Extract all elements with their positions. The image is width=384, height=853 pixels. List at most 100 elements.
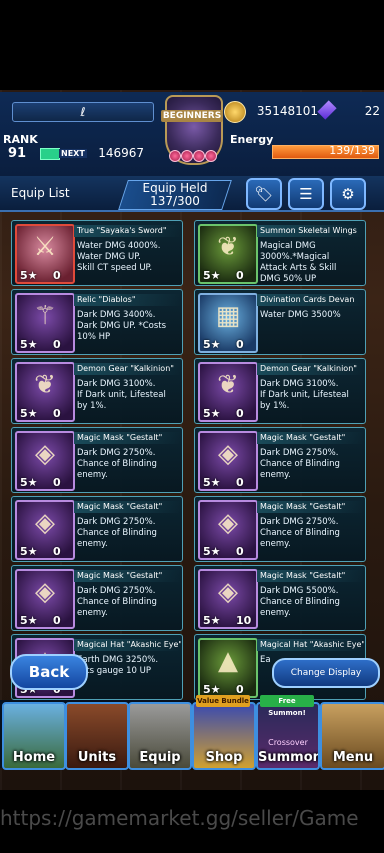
equip-description: Dark DMG 3400%. Dark DMG UP. *Costs 10% … — [77, 310, 167, 342]
equip-art: ❦ — [217, 232, 239, 262]
equip-art: ◈ — [35, 577, 55, 607]
equip-art: ▲ — [218, 646, 238, 676]
star-rating: 5★ — [203, 614, 221, 627]
nav-home-label: Home — [12, 750, 56, 765]
nav-menu[interactable]: Menu — [320, 702, 384, 770]
equip-art: ▦ — [215, 301, 241, 331]
equip-description: Dark DMG 2750%. Chance of Blinding enemy… — [260, 448, 340, 480]
limit-break-count: 0 — [53, 338, 61, 351]
equip-card[interactable]: ▦ 5★ 0 Divination Cards Devan Water DMG 3500… — [194, 289, 366, 355]
limit-break-count: 0 — [236, 476, 244, 489]
change-display-button[interactable]: Change Display — [272, 658, 380, 688]
equip-card[interactable]: ◈ 5★ 0 Magic Mask "Gestalt" Dark DMG 2750%. … — [11, 496, 183, 562]
tag-icon: 🏷 — [254, 185, 274, 203]
limit-break-count: 0 — [53, 407, 61, 420]
equip-art: ⚚ — [33, 301, 57, 331]
gem-icon — [205, 150, 217, 162]
limit-break-count: 0 — [236, 545, 244, 558]
equip-held-label: Equip Held — [142, 181, 208, 195]
mask-icon: ◈ 5★ 0 — [198, 431, 258, 491]
star-rating: 5★ — [20, 338, 38, 351]
equip-description: Dark DMG 2750%. Chance of Blinding enemy… — [77, 586, 157, 618]
equip-art: ❦ — [34, 370, 56, 400]
limit-break-count: 0 — [53, 476, 61, 489]
equip-card[interactable]: ◈ 5★ 10 Magic Mask "Gestalt" Dark DMG 5500%.… — [194, 565, 366, 631]
equip-description: Dark DMG 5500%. Chance of Blinding enemy… — [260, 586, 340, 618]
equip-name: Magic Mask "Gestalt" — [257, 501, 364, 513]
screen: ℓ BEGINNERS 35148101 22 RANK 91 NEXT 146… — [0, 0, 384, 853]
limit-break-count: 0 — [236, 338, 244, 351]
equip-name: Magic Mask "Gestalt" — [74, 570, 181, 582]
wings-icon: ❦ 5★ 0 — [198, 362, 258, 422]
nav-shop[interactable]: Shop — [192, 702, 256, 770]
equip-description: Dark DMG 2750%. Chance of Blinding enemy… — [77, 517, 157, 549]
sword-icon: ⚔ 5★ 0 — [15, 224, 75, 284]
equip-card[interactable]: ◈ 5★ 0 Magic Mask "Gestalt" Dark DMG 2750%. … — [194, 427, 366, 493]
star-rating: 5★ — [20, 614, 38, 627]
equip-description: Water DMG 4000%. Water DMG UP. Skill CT … — [77, 241, 161, 273]
nav-home[interactable]: Home — [2, 702, 66, 770]
value-bundle-badge: Value Bundle — [196, 695, 250, 707]
equip-name: Magical Hat "Akashic Eye" — [74, 639, 181, 651]
equip-name: Summon Skeletal Wings — [257, 225, 364, 237]
mask-icon: ◈ 5★ 0 — [15, 500, 75, 560]
equip-name: Relic "Diablos" — [74, 294, 181, 306]
equip-name: Magic Mask "Gestalt" — [74, 501, 181, 513]
equip-card[interactable]: ◈ 5★ 0 Magic Mask "Gestalt" Dark DMG 2750%. … — [11, 565, 183, 631]
xp-bar — [40, 148, 60, 160]
nav-summon-label: Summon — [258, 750, 320, 765]
free-summon-badge: Free Summon! — [260, 695, 314, 717]
equip-description: Dark DMG 2750%. Chance of Blinding enemy… — [260, 517, 340, 549]
crystal-amount: 22 — [364, 104, 380, 118]
limit-break-count: 0 — [53, 269, 61, 282]
equip-card[interactable]: ❦ 5★ 0 Demon Gear "Kalkinion" Dark DMG 3100%… — [194, 358, 366, 424]
rank-label: RANK — [3, 133, 38, 146]
equip-card[interactable]: ❦ 5★ 0 Summon Skeletal Wings Magical DMG 300… — [194, 220, 366, 286]
cards-icon: ▦ 5★ 0 — [198, 293, 258, 353]
equip-description: Earth DMG 3250%. Arts gauge 10 UP — [77, 655, 159, 676]
equip-art: ◈ — [35, 439, 55, 469]
limit-break-count: 0 — [236, 269, 244, 282]
wings-icon: ❦ 5★ 0 — [198, 224, 258, 284]
rank-value: 91 — [8, 146, 27, 161]
energy-label: Energy — [230, 133, 274, 146]
energy-value: 139/139 — [329, 144, 375, 157]
star-rating: 5★ — [20, 476, 38, 489]
gem-icon — [169, 150, 181, 162]
equip-art: ◈ — [218, 508, 238, 538]
mask-icon: ◈ 5★ 0 — [15, 431, 75, 491]
wings-icon: ❦ 5★ 0 — [15, 362, 75, 422]
limit-break-count: 0 — [53, 614, 61, 627]
tag-button[interactable]: 🏷 — [246, 178, 282, 210]
settings-button[interactable]: ⚙ — [330, 178, 366, 210]
equip-name: Magic Mask "Gestalt" — [74, 432, 181, 444]
equip-card[interactable]: ❦ 5★ 0 Demon Gear "Kalkinion" Dark DMG 3100%… — [11, 358, 183, 424]
hat-icon: ▲5★0 — [198, 638, 258, 698]
nav-units[interactable]: Units — [65, 702, 129, 770]
gold-coin-icon — [224, 101, 246, 123]
nav-equip[interactable]: Equip — [128, 702, 192, 770]
star-rating: 5★ — [20, 545, 38, 558]
equip-list-title: Equip List — [11, 186, 70, 200]
mask-icon: ◈ 5★ 10 — [198, 569, 258, 629]
back-button[interactable]: Back — [10, 654, 88, 690]
watermark-text: https://gamemarket.gg/seller/Game — [0, 806, 359, 830]
equip-card[interactable]: ◈ 5★ 0 Magic Mask "Gestalt" Dark DMG 2750%. … — [11, 427, 183, 493]
equip-card[interactable]: ◈ 5★ 0 Magic Mask "Gestalt" Dark DMG 2750%. … — [194, 496, 366, 562]
star-rating: 5★ — [20, 269, 38, 282]
star-rating: 5★ — [203, 269, 221, 282]
nav-equip-label: Equip — [139, 750, 181, 765]
equip-name: Divination Cards Devan — [257, 294, 364, 306]
star-rating: 5★ — [203, 407, 221, 420]
xp-to-next: 146967 — [98, 146, 144, 160]
equip-description: Dark DMG 2750%. Chance of Blinding enemy… — [77, 448, 157, 480]
nav-menu-label: Menu — [332, 750, 374, 765]
equip-name: Demon Gear "Kalkinion" — [257, 363, 364, 375]
equip-art: ❦ — [217, 370, 239, 400]
equip-name: Magical Hat "Akashic Eye" — [257, 639, 364, 651]
equip-card[interactable]: ⚔ 5★ 0 True "Sayaka's Sword" Water DMG 4000%… — [11, 220, 183, 286]
sort-icon: ☰ — [299, 185, 313, 203]
crossover-label: Crossover — [268, 738, 308, 747]
sort-button[interactable]: ☰ — [288, 178, 324, 210]
equip-card[interactable]: ⚚ 5★ 0 Relic "Diablos" Dark DMG 3400%. Dark … — [11, 289, 183, 355]
